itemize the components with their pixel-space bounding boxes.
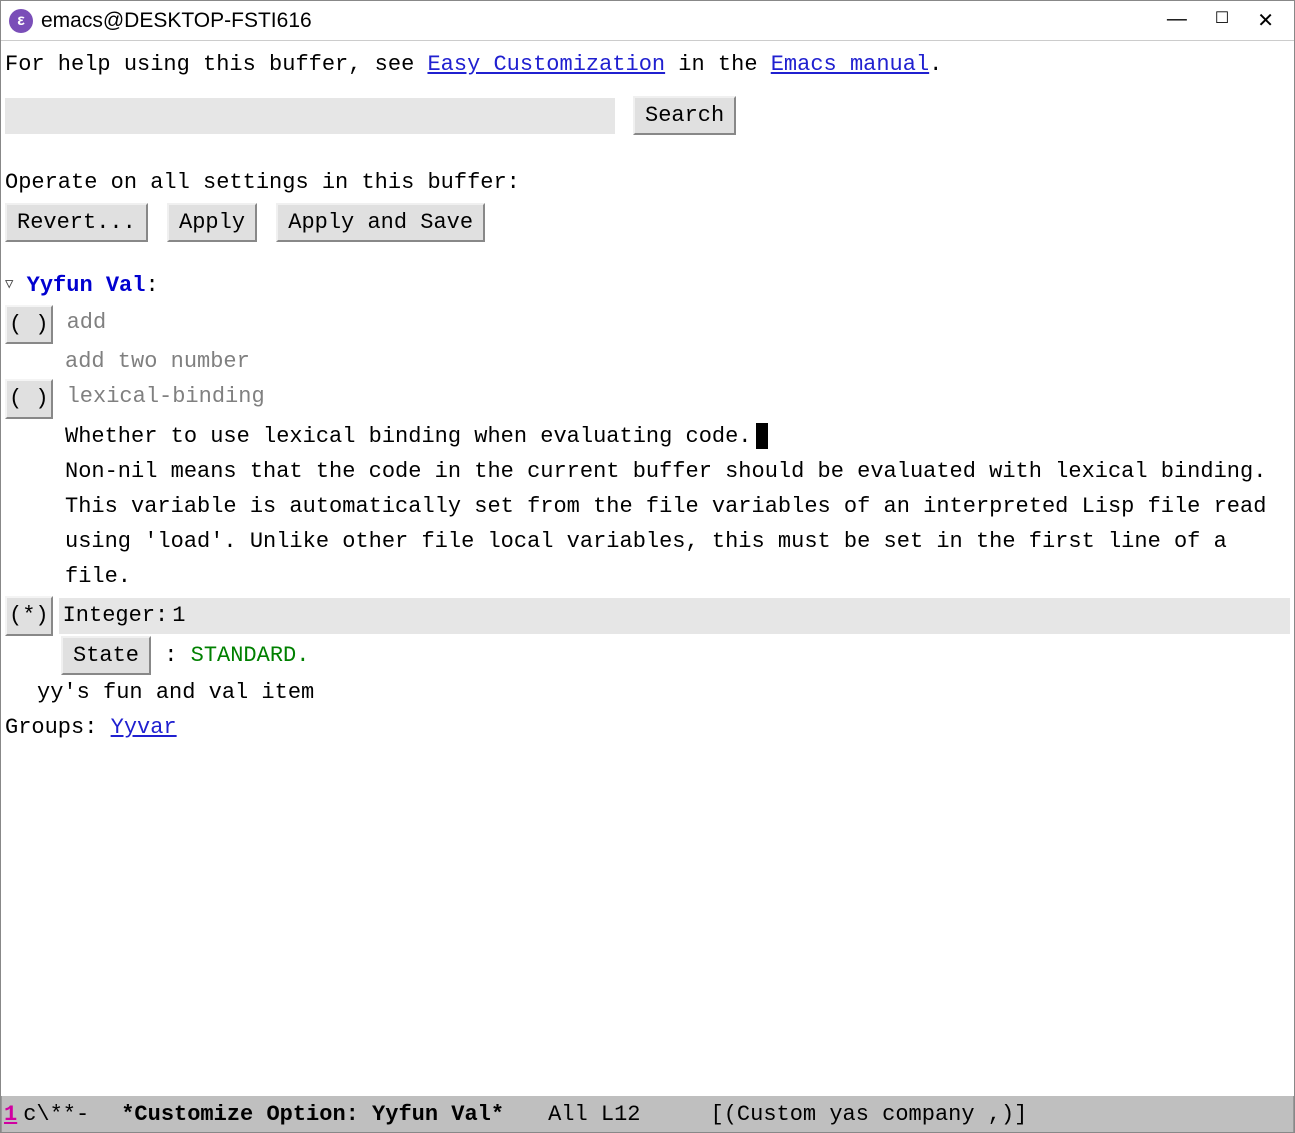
lexical-desc-line3: This variable is automatically set from …: [65, 489, 1290, 595]
apply-save-button[interactable]: Apply and Save: [276, 203, 485, 242]
option-name[interactable]: Yyfun Val: [27, 273, 146, 298]
window-controls: — ☐ ✕: [1167, 8, 1286, 33]
titlebar: ε emacs@DESKTOP-FSTI616 — ☐ ✕: [1, 1, 1294, 41]
help-line: For help using this buffer, see Easy Cus…: [5, 47, 1290, 82]
window-title: emacs@DESKTOP-FSTI616: [41, 9, 1167, 33]
lexical-desc-1-text: Whether to use lexical binding when eval…: [65, 424, 752, 449]
search-row: Search: [5, 96, 1290, 135]
help-suffix: .: [929, 52, 942, 77]
buffer-content: For help using this buffer, see Easy Cus…: [1, 41, 1294, 1096]
help-mid: in the: [665, 52, 771, 77]
text-cursor: [756, 423, 768, 449]
close-icon[interactable]: ✕: [1257, 8, 1274, 33]
collapse-triangle-icon[interactable]: ▽: [5, 277, 13, 293]
choice-lexical-row: ( ) lexical-binding: [5, 379, 1290, 418]
modeline-indicator: 1: [4, 1102, 17, 1127]
revert-button[interactable]: Revert...: [5, 203, 148, 242]
choice-lexical-label: lexical-binding: [67, 379, 265, 414]
radio-add[interactable]: ( ): [5, 305, 53, 344]
state-sep: :: [151, 643, 191, 668]
state-button[interactable]: State: [61, 636, 151, 675]
operate-text: Operate on all settings in this buffer:: [5, 165, 1290, 200]
option-colon: :: [145, 273, 158, 298]
emacs-icon-glyph: ε: [17, 12, 25, 30]
help-prefix: For help using this buffer, see: [5, 52, 427, 77]
emacs-icon: ε: [9, 9, 33, 33]
integer-field-wrap: Integer: 1: [59, 598, 1290, 633]
modeline-modes: [(Custom yas company ,)]: [711, 1102, 1028, 1127]
search-button[interactable]: Search: [633, 96, 736, 135]
choice-add-desc: add two number: [5, 344, 1290, 379]
state-row: State : STANDARD.: [5, 636, 1290, 675]
option-doc: yy's fun and val item: [5, 675, 1290, 710]
maximize-icon[interactable]: ☐: [1215, 8, 1229, 33]
lexical-desc-line1: Whether to use lexical binding when eval…: [65, 419, 1290, 454]
apply-button[interactable]: Apply: [167, 203, 257, 242]
integer-value[interactable]: 1: [172, 598, 185, 633]
radio-integer[interactable]: (*): [5, 596, 53, 635]
option-header: ▽ Yyfun Val:: [5, 268, 1290, 303]
modeline: 1 c\**- *Customize Option: Yyfun Val* Al…: [1, 1096, 1294, 1132]
groups-label: Groups:: [5, 715, 111, 740]
radio-lexical[interactable]: ( ): [5, 379, 53, 418]
modeline-buffer-name: *Customize Option: Yyfun Val*: [121, 1102, 504, 1127]
lexical-desc-line2: Non-nil means that the code in the curre…: [65, 454, 1290, 489]
search-input[interactable]: [5, 98, 615, 134]
integer-label: Integer:: [59, 598, 173, 633]
choice-add-row: ( ) add: [5, 305, 1290, 344]
state-value: STANDARD.: [191, 643, 310, 668]
groups-link[interactable]: Yyvar: [111, 715, 177, 740]
groups-row: Groups: Yyvar: [5, 710, 1290, 745]
modeline-position: All L12: [548, 1102, 640, 1127]
choice-integer-row: (*) Integer: 1: [5, 596, 1290, 635]
modeline-modified: c\**-: [23, 1102, 89, 1127]
operate-buttons: Revert... Apply Apply and Save: [5, 203, 1290, 242]
choice-add-label: add: [67, 305, 107, 340]
emacs-manual-link[interactable]: Emacs manual: [771, 52, 929, 77]
minimize-icon[interactable]: —: [1167, 8, 1187, 33]
lexical-desc-block: Whether to use lexical binding when eval…: [5, 419, 1290, 595]
easy-customization-link[interactable]: Easy Customization: [427, 52, 665, 77]
